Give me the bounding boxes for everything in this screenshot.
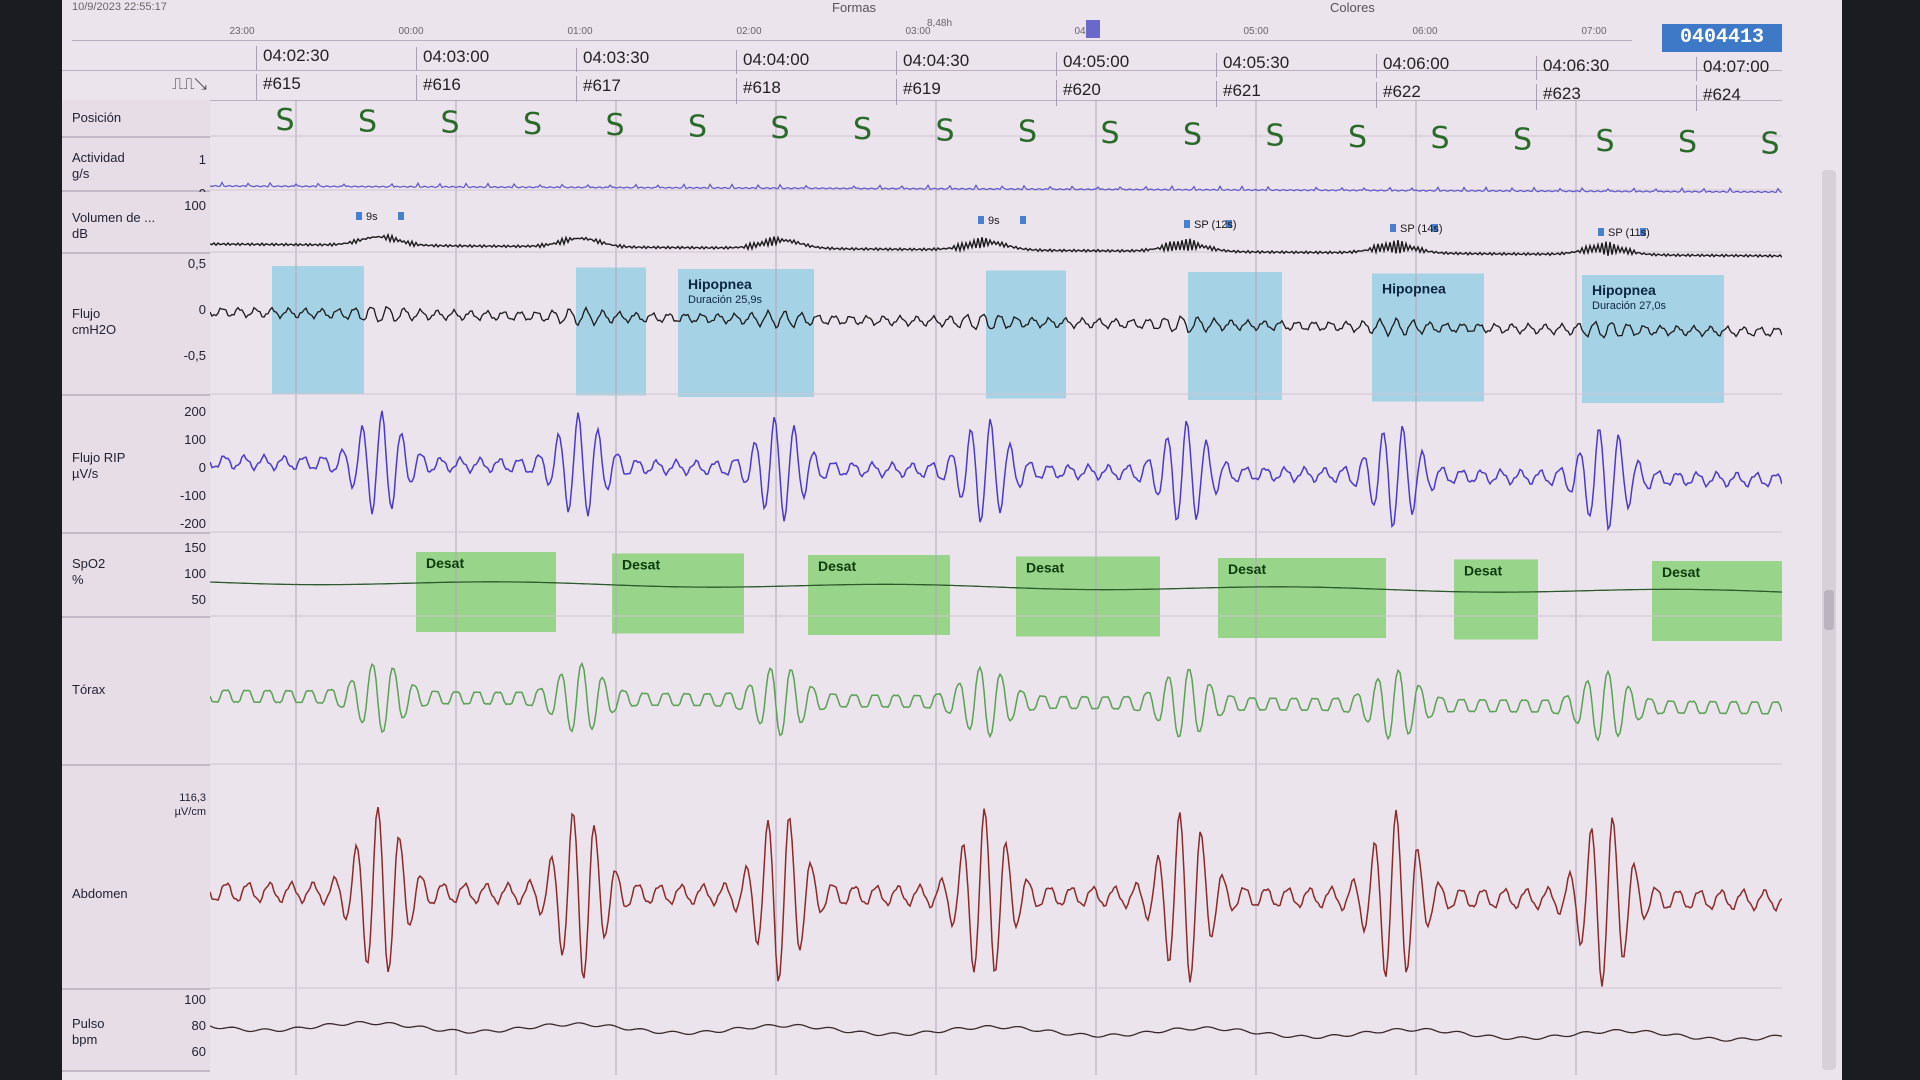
event-overlays (272, 212, 1782, 641)
abdomen-trace (210, 806, 1782, 987)
overview-position-marker[interactable] (1086, 20, 1100, 38)
snore-label: SP (14s) (1400, 223, 1443, 235)
time-ruler: 04:02:30 04:03:00 04:03:30 04:04:00 04:04:30… (62, 40, 1782, 81)
sleep-stage-symbol: S (1513, 123, 1532, 158)
epoch-ruler: #615 #616 #617 #618 #619 #620 #621 #622 #623 #624 (62, 70, 1782, 111)
torax-trace (210, 661, 1782, 742)
recording-date: 10/9/2023 22:55:17 (72, 1, 167, 13)
actividad-trace (210, 181, 1782, 194)
sleep-stage-symbol: S (688, 110, 707, 145)
desaturation-label: Desat (818, 558, 856, 574)
signal-area[interactable]: Hipopnea Duración 25,9s Hipopnea Hipopnea Du… (210, 100, 1782, 1075)
epoch-number[interactable]: #615 (256, 74, 301, 100)
psg-viewer-window: 10/9/2023 22:55:17 Formas Colores 23:00 0… (62, 0, 1842, 1080)
hypopnea-event (576, 267, 646, 396)
sleep-stage-symbol: S (1348, 120, 1367, 155)
desaturation-label: Desat (622, 557, 660, 573)
desaturation-label: Desat (1662, 564, 1700, 580)
desaturation-label: Desat (1026, 560, 1064, 576)
sleep-stage-symbol: S (1595, 124, 1614, 159)
label-actividad[interactable]: Actividad g/s 1 0 (62, 138, 210, 201)
snore-marker-start (356, 212, 362, 220)
hypopnea-label: Hipopnea (688, 276, 752, 292)
hypopnea-duration: Duración 27,0s (1592, 300, 1666, 312)
hypopnea-event (1188, 272, 1282, 400)
sleep-stage-symbol: S (1760, 126, 1779, 161)
time-label: 04:03:00 (416, 47, 489, 72)
time-label: 04:03:30 (576, 48, 649, 73)
snore-label: 9s (366, 211, 378, 223)
sleep-stage-symbol: S (853, 112, 872, 147)
sleep-stage-symbol: S (1265, 119, 1284, 154)
overview-hour-tick: 06:00 (1412, 26, 1438, 37)
snore-marker-start (1598, 228, 1604, 236)
label-volumen[interactable]: Volumen de ... dB 100 (62, 192, 210, 254)
snore-marker-start (1390, 224, 1396, 232)
pulso-trace (210, 1020, 1782, 1042)
snore-marker-end (398, 212, 404, 220)
overview-hour-tick: 00:00 (398, 26, 424, 37)
snore-marker-start (978, 216, 984, 224)
sleep-stage-symbol: S (440, 106, 459, 141)
label-abdomen[interactable]: Abdomen 116,3 µV/cm (62, 766, 210, 990)
signal-canvas[interactable]: Hipopnea Duración 25,9s Hipopnea Hipopnea Du… (210, 100, 1782, 1075)
snore-marker-start (1184, 220, 1190, 228)
volumen-trace (210, 232, 1782, 259)
time-label: 04:02:30 (256, 46, 329, 70)
sleep-stage-symbol: S (935, 113, 954, 148)
snore-label: 9s (988, 215, 1000, 227)
overview-hour-tick: 01:00 (567, 26, 593, 37)
desaturation-label: Desat (1464, 563, 1502, 579)
label-torax[interactable]: Tórax (62, 618, 210, 766)
hypopnea-duration: Duración 25,9s (688, 294, 762, 306)
overview-hour-tick: 07:00 (1581, 26, 1607, 37)
sleep-stage-symbol: S (605, 108, 624, 143)
hypopnea-label: Hipopnea (1592, 282, 1656, 298)
label-spo2[interactable]: SpO2 % 150 100 50 (62, 534, 210, 618)
hypopnea-label: Hipopnea (1382, 281, 1446, 297)
epoch-waveform-icon[interactable]: ⎍⎍↘ (172, 76, 207, 94)
hypopnea-event (986, 270, 1066, 399)
label-flujo[interactable]: Flujo cmH2O 0,5 0 -0,5 (62, 254, 210, 396)
sleep-stage-symbol: S (1018, 115, 1037, 150)
overview-hour-tick: 05:00 (1243, 26, 1269, 37)
epoch-number[interactable]: #616 (416, 75, 461, 102)
hypopnea-event (272, 266, 364, 394)
overview-hour-tick: 02:00 (736, 26, 762, 37)
sleep-stage-symbol: S (1183, 117, 1202, 152)
sleep-stage-symbol: S (1430, 121, 1449, 156)
label-flujo-rip[interactable]: Flujo RIP µV/s 200 100 0 -100 -200 (62, 396, 210, 534)
snore-marker-end (1020, 216, 1026, 224)
channel-labels: Posición Actividad g/s 1 0 Volumen de ..… (62, 100, 210, 1075)
overview-hour-tick: 23:00 (229, 26, 255, 37)
snore-label: SP (12s) (1194, 219, 1237, 231)
label-pulso[interactable]: Pulso bpm 100 80 60 (62, 990, 210, 1072)
desaturation-label: Desat (1228, 561, 1266, 577)
sleep-stage-symbol: S (770, 111, 789, 146)
overview-timeline[interactable]: 23:0000:0001:0002:0003:0004:0005:0006:00… (72, 22, 1632, 41)
flujo-rip-trace (210, 410, 1782, 532)
sleep-stage-symbol: S (523, 107, 542, 142)
vertical-scrollbar[interactable] (1822, 170, 1836, 1070)
overview-span-label: 8,48h (927, 18, 953, 29)
menu-formas[interactable]: Formas (832, 0, 876, 20)
scrollbar-thumb[interactable] (1824, 590, 1834, 630)
sleep-stage-symbol: S (358, 104, 377, 139)
menu-colores[interactable]: Colores (1330, 0, 1375, 20)
epoch-number[interactable]: #617 (576, 76, 621, 103)
sleep-stage-symbol: S (1678, 125, 1697, 160)
snore-label: SP (11s) (1608, 227, 1650, 239)
sleep-stage-symbol: S (1100, 116, 1119, 151)
sleep-stage-symbol: S (275, 103, 294, 138)
desaturation-label: Desat (426, 555, 464, 571)
label-posicion[interactable]: Posición (62, 100, 210, 138)
